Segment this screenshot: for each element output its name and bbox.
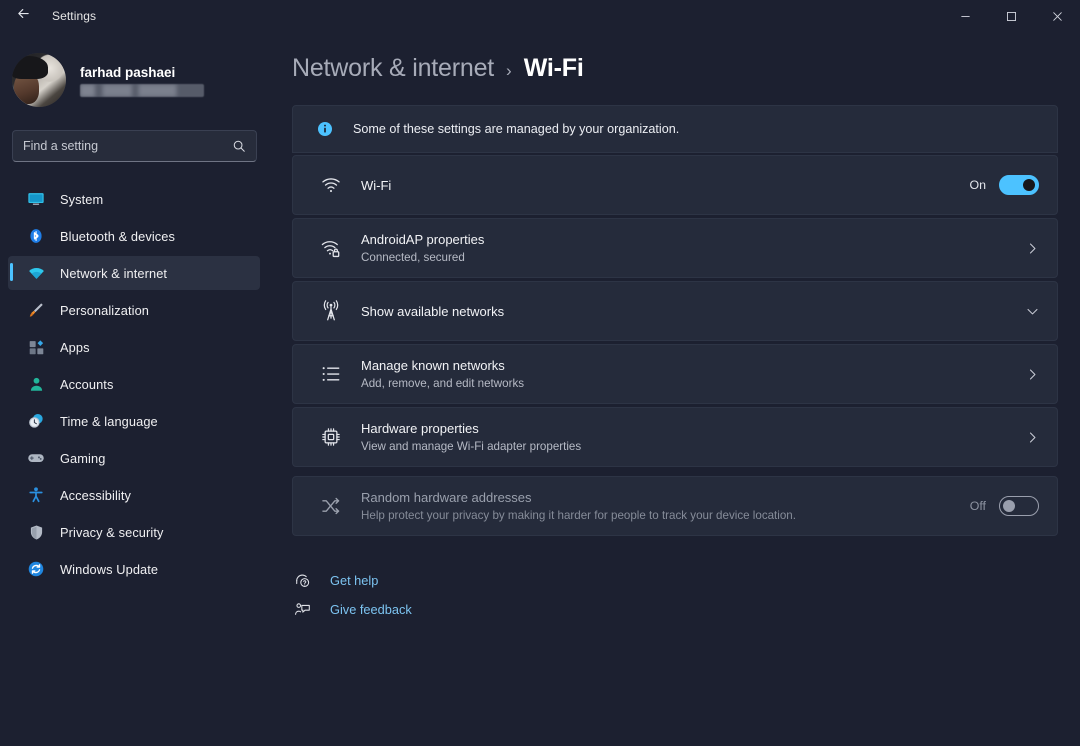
apps-grid-icon [26, 337, 46, 357]
give-feedback-link[interactable]: Give feedback [292, 595, 412, 624]
row-title: AndroidAP properties [361, 232, 485, 247]
person-icon [26, 374, 46, 394]
avatar [12, 53, 66, 107]
window-title: Settings [52, 9, 97, 23]
maximize-button[interactable] [988, 0, 1034, 32]
get-help-link[interactable]: Get help [292, 566, 378, 595]
sidebar-item-label: Gaming [60, 450, 106, 466]
sidebar-item-personalization[interactable]: Personalization [8, 293, 260, 327]
row-title: Wi-Fi [361, 177, 392, 193]
breadcrumb: Network & internet › Wi-Fi [292, 54, 1080, 83]
sidebar-item-label: Windows Update [60, 561, 159, 577]
search-input[interactable] [23, 139, 232, 153]
accessibility-person-icon [26, 485, 46, 505]
wifi-toggle-row[interactable]: Wi-Fi On [292, 155, 1058, 215]
sidebar: farhad pashaei Sy [0, 32, 268, 746]
manage-known-networks-row[interactable]: Manage known networks Add, remove, and e… [292, 344, 1058, 404]
info-icon [317, 121, 333, 137]
sidebar-item-apps[interactable]: Apps [8, 330, 260, 364]
sidebar-item-accessibility[interactable]: Accessibility [8, 478, 260, 512]
breadcrumb-separator-icon: › [506, 61, 512, 80]
sidebar-item-label: Apps [60, 339, 90, 355]
sidebar-item-label: Network & internet [60, 265, 168, 281]
link-label: Get help [330, 573, 379, 588]
sidebar-item-accounts[interactable]: Accounts [8, 367, 260, 401]
user-profile[interactable]: farhad pashaei [12, 48, 268, 112]
wifi-toggle-switch[interactable] [999, 175, 1039, 195]
chip-icon [319, 425, 343, 449]
chevron-down-icon[interactable] [1026, 305, 1039, 318]
chevron-right-icon [1026, 368, 1039, 381]
feedback-icon [292, 601, 312, 618]
search-box[interactable] [12, 130, 257, 162]
settings-window: Settings farhad pashaei Find a setting S… [0, 0, 1080, 746]
page-title: Wi-Fi [523, 54, 584, 82]
help-icon [292, 572, 312, 589]
wifi-icon [26, 263, 46, 283]
row-title: Manage known networks [361, 358, 505, 373]
link-label: Give feedback [330, 602, 412, 617]
clock-icon [26, 411, 46, 431]
wifi-toggle-state-label: On [969, 178, 986, 192]
wifi-lock-icon [319, 236, 343, 260]
row-subtitle: Connected, secured [361, 251, 465, 264]
profile-name: farhad pashaei [80, 64, 176, 80]
close-button[interactable] [1034, 0, 1080, 32]
row-title: Random hardware addresses [361, 490, 532, 505]
sidebar-item-label: System [60, 191, 104, 207]
random-hardware-toggle-state-label: Off [969, 499, 986, 513]
list-icon [319, 362, 343, 386]
chevron-right-icon [1026, 431, 1039, 444]
organization-managed-banner: Some of these settings are managed by yo… [292, 105, 1058, 153]
sidebar-item-bluetooth-devices[interactable]: Bluetooth & devices [8, 219, 260, 253]
sidebar-item-label: Time & language [60, 413, 158, 429]
bluetooth-icon [26, 226, 46, 246]
shield-icon [26, 522, 46, 542]
profile-email-redacted [80, 83, 204, 97]
back-button[interactable] [6, 0, 40, 32]
paintbrush-icon [26, 300, 46, 320]
sidebar-item-label: Personalization [60, 302, 149, 318]
settings-cards: Some of these settings are managed by yo… [292, 105, 1058, 536]
show-available-networks-row[interactable]: Show available networks [292, 281, 1058, 341]
footer-links: Get help Give feedback [292, 566, 1080, 624]
breadcrumb-parent[interactable]: Network & internet [292, 54, 494, 83]
refresh-circle-icon [26, 559, 46, 579]
row-title: Hardware properties [361, 421, 479, 436]
banner-text: Some of these settings are managed by yo… [353, 122, 680, 136]
row-subtitle: Add, remove, and edit networks [361, 377, 525, 390]
sidebar-item-label: Bluetooth & devices [60, 228, 176, 244]
main-content: Network & internet › Wi-Fi Some of these… [268, 32, 1080, 746]
chevron-right-icon [1026, 242, 1039, 255]
window-controls [942, 0, 1080, 32]
random-hardware-addresses-row: Random hardware addresses Help protect y… [292, 476, 1058, 536]
back-arrow-icon [16, 6, 31, 26]
hardware-properties-row[interactable]: Hardware properties View and manage Wi-F… [292, 407, 1058, 467]
search-icon [232, 139, 246, 153]
sidebar-item-gaming[interactable]: Gaming [8, 441, 260, 475]
sidebar-nav: System Bluetooth & devices Network & int… [0, 182, 268, 586]
broadcast-tower-icon [319, 299, 343, 323]
sidebar-item-windows-update[interactable]: Windows Update [8, 552, 260, 586]
gamepad-icon [26, 448, 46, 468]
sidebar-item-time-language[interactable]: Time & language [8, 404, 260, 438]
row-subtitle: Help protect your privacy by making it h… [361, 509, 796, 522]
monitor-icon [26, 189, 46, 209]
random-hardware-toggle-switch[interactable] [999, 496, 1039, 516]
sidebar-item-label: Accounts [60, 376, 114, 392]
sidebar-item-network-internet[interactable]: Network & internet [8, 256, 260, 290]
minimize-button[interactable] [942, 0, 988, 32]
shuffle-icon [319, 494, 343, 518]
row-title: Show available networks [361, 303, 505, 319]
sidebar-item-label: Accessibility [60, 487, 131, 503]
sidebar-item-label: Privacy & security [60, 524, 164, 540]
sidebar-item-system[interactable]: System [8, 182, 260, 216]
title-bar: Settings [0, 0, 1080, 32]
sidebar-item-privacy-security[interactable]: Privacy & security [8, 515, 260, 549]
row-subtitle: View and manage Wi-Fi adapter properties [361, 440, 582, 453]
androidap-properties-row[interactable]: AndroidAP properties Connected, secured [292, 218, 1058, 278]
wifi-icon [319, 173, 343, 197]
